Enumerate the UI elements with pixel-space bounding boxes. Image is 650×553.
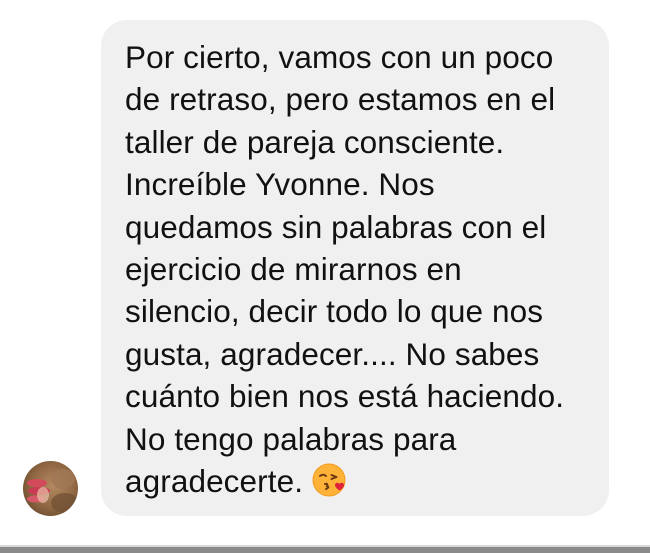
message-line-last: agradecerte. bbox=[125, 460, 595, 502]
message-line: silencio, decir todo lo que nos bbox=[125, 293, 544, 330]
message-line: cuánto bien nos está haciendo. bbox=[125, 378, 565, 415]
message-line-text: agradecerte. bbox=[125, 463, 304, 500]
message-line: Por cierto, vamos con un poco bbox=[125, 39, 554, 75]
message-line: Increíble Yvonne. Nos bbox=[125, 166, 435, 203]
avatar-photo-icon bbox=[23, 461, 78, 516]
avatar[interactable] bbox=[23, 461, 78, 516]
message-line: ejercicio de mirarnos en bbox=[125, 251, 462, 288]
bottom-bar bbox=[0, 547, 650, 553]
chat-screen: Por cierto, vamos con un poco de retraso… bbox=[0, 0, 650, 553]
message-line: gusta, agradecer.... No sabes bbox=[125, 335, 540, 372]
message-line: No tengo palabras para bbox=[125, 420, 457, 457]
message-line: taller de pareja consciente. bbox=[125, 123, 505, 160]
message-text: Por cierto, vamos con un poco de retraso… bbox=[125, 36, 595, 502]
message-line: de retraso, pero estamos en el bbox=[125, 81, 556, 118]
kissing-face-with-heart-emoji-icon bbox=[312, 463, 346, 497]
message-line: quedamos sin palabras con el bbox=[125, 208, 547, 245]
message-bubble[interactable]: Por cierto, vamos con un poco de retraso… bbox=[101, 20, 609, 516]
